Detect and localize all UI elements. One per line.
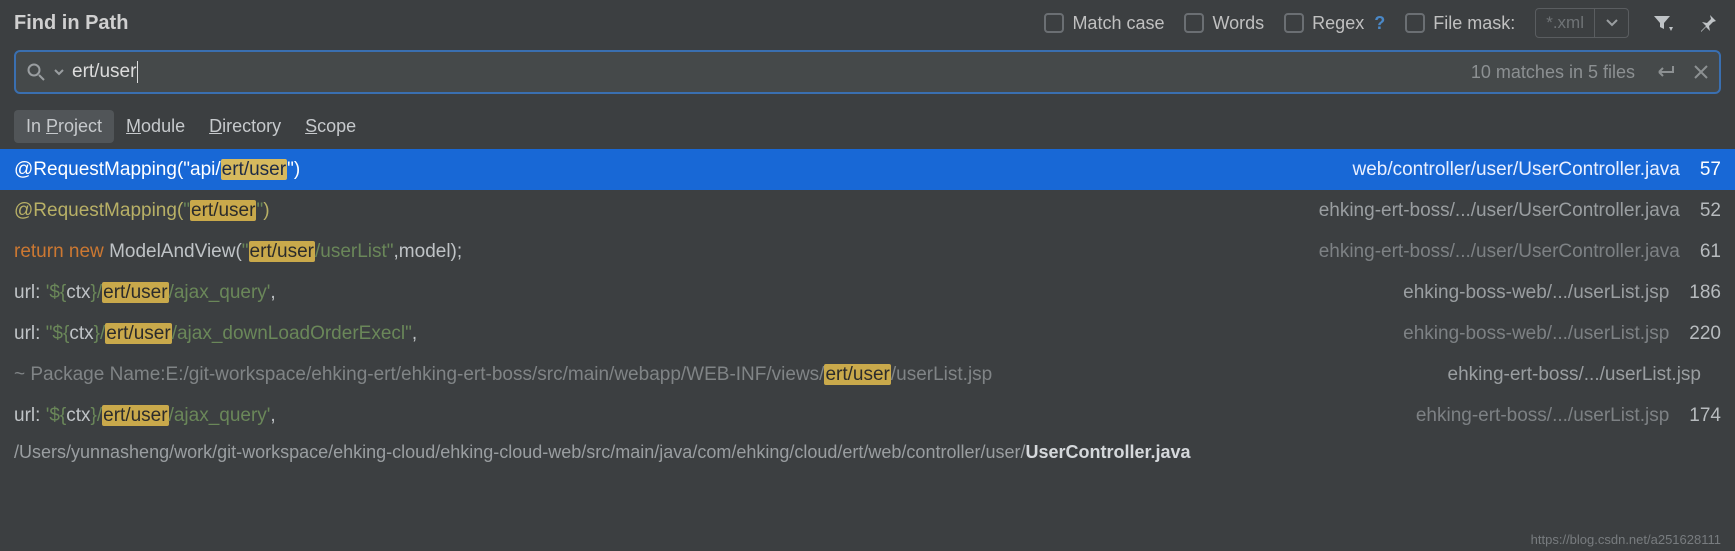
text-caret (137, 61, 138, 83)
result-row[interactable]: ~ Package Name:E:/git-workspace/ehking-e… (0, 354, 1735, 395)
file-mask-combo[interactable]: *.xml (1535, 8, 1629, 38)
watermark: https://blog.csdn.net/a251628111 (1531, 532, 1721, 547)
words-option[interactable]: Words (1184, 13, 1264, 34)
result-row[interactable]: url: '${ctx}/ert/user/ajax_query', ehking… (0, 395, 1735, 436)
result-code: url: "${ctx}/ert/user/ajax_downLoadOrder… (14, 323, 1391, 345)
words-label: Words (1212, 13, 1264, 34)
checkbox-icon (1184, 13, 1204, 33)
result-row[interactable]: url: "${ctx}/ert/user/ajax_downLoadOrder… (0, 313, 1735, 354)
preview-path-prefix: /Users/yunnasheng/work/git-workspace/ehk… (14, 442, 1025, 463)
result-path: ehking-ert-boss/.../userList.jsp (1448, 364, 1701, 386)
result-path: ehking-ert-boss/.../user/UserController.… (1319, 241, 1680, 263)
result-code: @RequestMapping("api/ert/user") (14, 159, 1340, 181)
result-line: 186 (1689, 282, 1721, 304)
result-line: 174 (1689, 405, 1721, 427)
regex-label: Regex (1312, 13, 1364, 34)
match-case-label: Match case (1072, 13, 1164, 34)
result-code: @RequestMapping("ert/user") (14, 200, 1307, 222)
preview-path: /Users/yunnasheng/work/git-workspace/ehk… (0, 436, 1735, 465)
result-row[interactable]: @RequestMapping("ert/user") ehking-ert-bo… (0, 190, 1735, 231)
result-path: ehking-boss-web/.../userList.jsp (1403, 282, 1669, 304)
chevron-down-icon[interactable] (54, 69, 64, 76)
tab-module[interactable]: Module (114, 110, 197, 143)
regex-help-icon[interactable]: ? (1374, 13, 1385, 34)
result-path: ehking-ert-boss/.../userList.jsp (1416, 405, 1669, 427)
result-path: ehking-ert-boss/.../user/UserController.… (1319, 200, 1680, 222)
result-row[interactable]: return new ModelAndView("ert/user/userLi… (0, 231, 1735, 272)
scope-tabs: In ProjectModuleDirectoryScope (0, 100, 1735, 149)
file-mask-option[interactable]: File mask: (1405, 13, 1515, 34)
match-summary: 10 matches in 5 files (1471, 62, 1635, 83)
result-line: 61 (1700, 241, 1721, 263)
search-icon (26, 62, 46, 82)
chevron-down-icon[interactable] (1594, 9, 1628, 37)
result-code: return new ModelAndView("ert/user/userLi… (14, 241, 1307, 263)
close-icon[interactable] (1693, 64, 1709, 80)
results-list: @RequestMapping("api/ert/user") web/contr… (0, 149, 1735, 436)
file-mask-value: *.xml (1536, 13, 1594, 33)
file-mask-label: File mask: (1433, 13, 1515, 34)
checkbox-icon (1405, 13, 1425, 33)
regex-option[interactable]: Regex ? (1284, 13, 1385, 34)
result-code: ~ Package Name:E:/git-workspace/ehking-e… (14, 364, 1436, 386)
top-bar: Find in Path Match case Words Regex ? Fi… (0, 0, 1735, 44)
tab-scope[interactable]: Scope (293, 110, 368, 143)
tab-project[interactable]: In Project (14, 110, 114, 143)
enter-icon[interactable] (1653, 64, 1675, 80)
result-path: ehking-boss-web/.../userList.jsp (1403, 323, 1669, 345)
dialog-title: Find in Path (14, 12, 128, 35)
search-query: ert/user (72, 61, 1463, 83)
result-row[interactable]: @RequestMapping("api/ert/user") web/contr… (0, 149, 1735, 190)
result-line: 220 (1689, 323, 1721, 345)
preview-path-file: UserController.java (1025, 442, 1190, 463)
result-code: url: '${ctx}/ert/user/ajax_query', (14, 405, 1404, 427)
result-row[interactable]: url: '${ctx}/ert/user/ajax_query', ehking… (0, 272, 1735, 313)
filter-icon[interactable] (1649, 10, 1675, 36)
result-path: web/controller/user/UserController.java (1352, 159, 1679, 181)
result-line: 52 (1700, 200, 1721, 222)
tab-directory[interactable]: Directory (197, 110, 293, 143)
checkbox-icon (1044, 13, 1064, 33)
result-line: 57 (1700, 159, 1721, 181)
search-input[interactable]: ert/user 10 matches in 5 files (14, 50, 1721, 94)
pin-icon[interactable] (1695, 10, 1721, 36)
result-code: url: '${ctx}/ert/user/ajax_query', (14, 282, 1391, 304)
match-case-option[interactable]: Match case (1044, 13, 1164, 34)
search-wrap: ert/user 10 matches in 5 files (0, 44, 1735, 100)
checkbox-icon (1284, 13, 1304, 33)
